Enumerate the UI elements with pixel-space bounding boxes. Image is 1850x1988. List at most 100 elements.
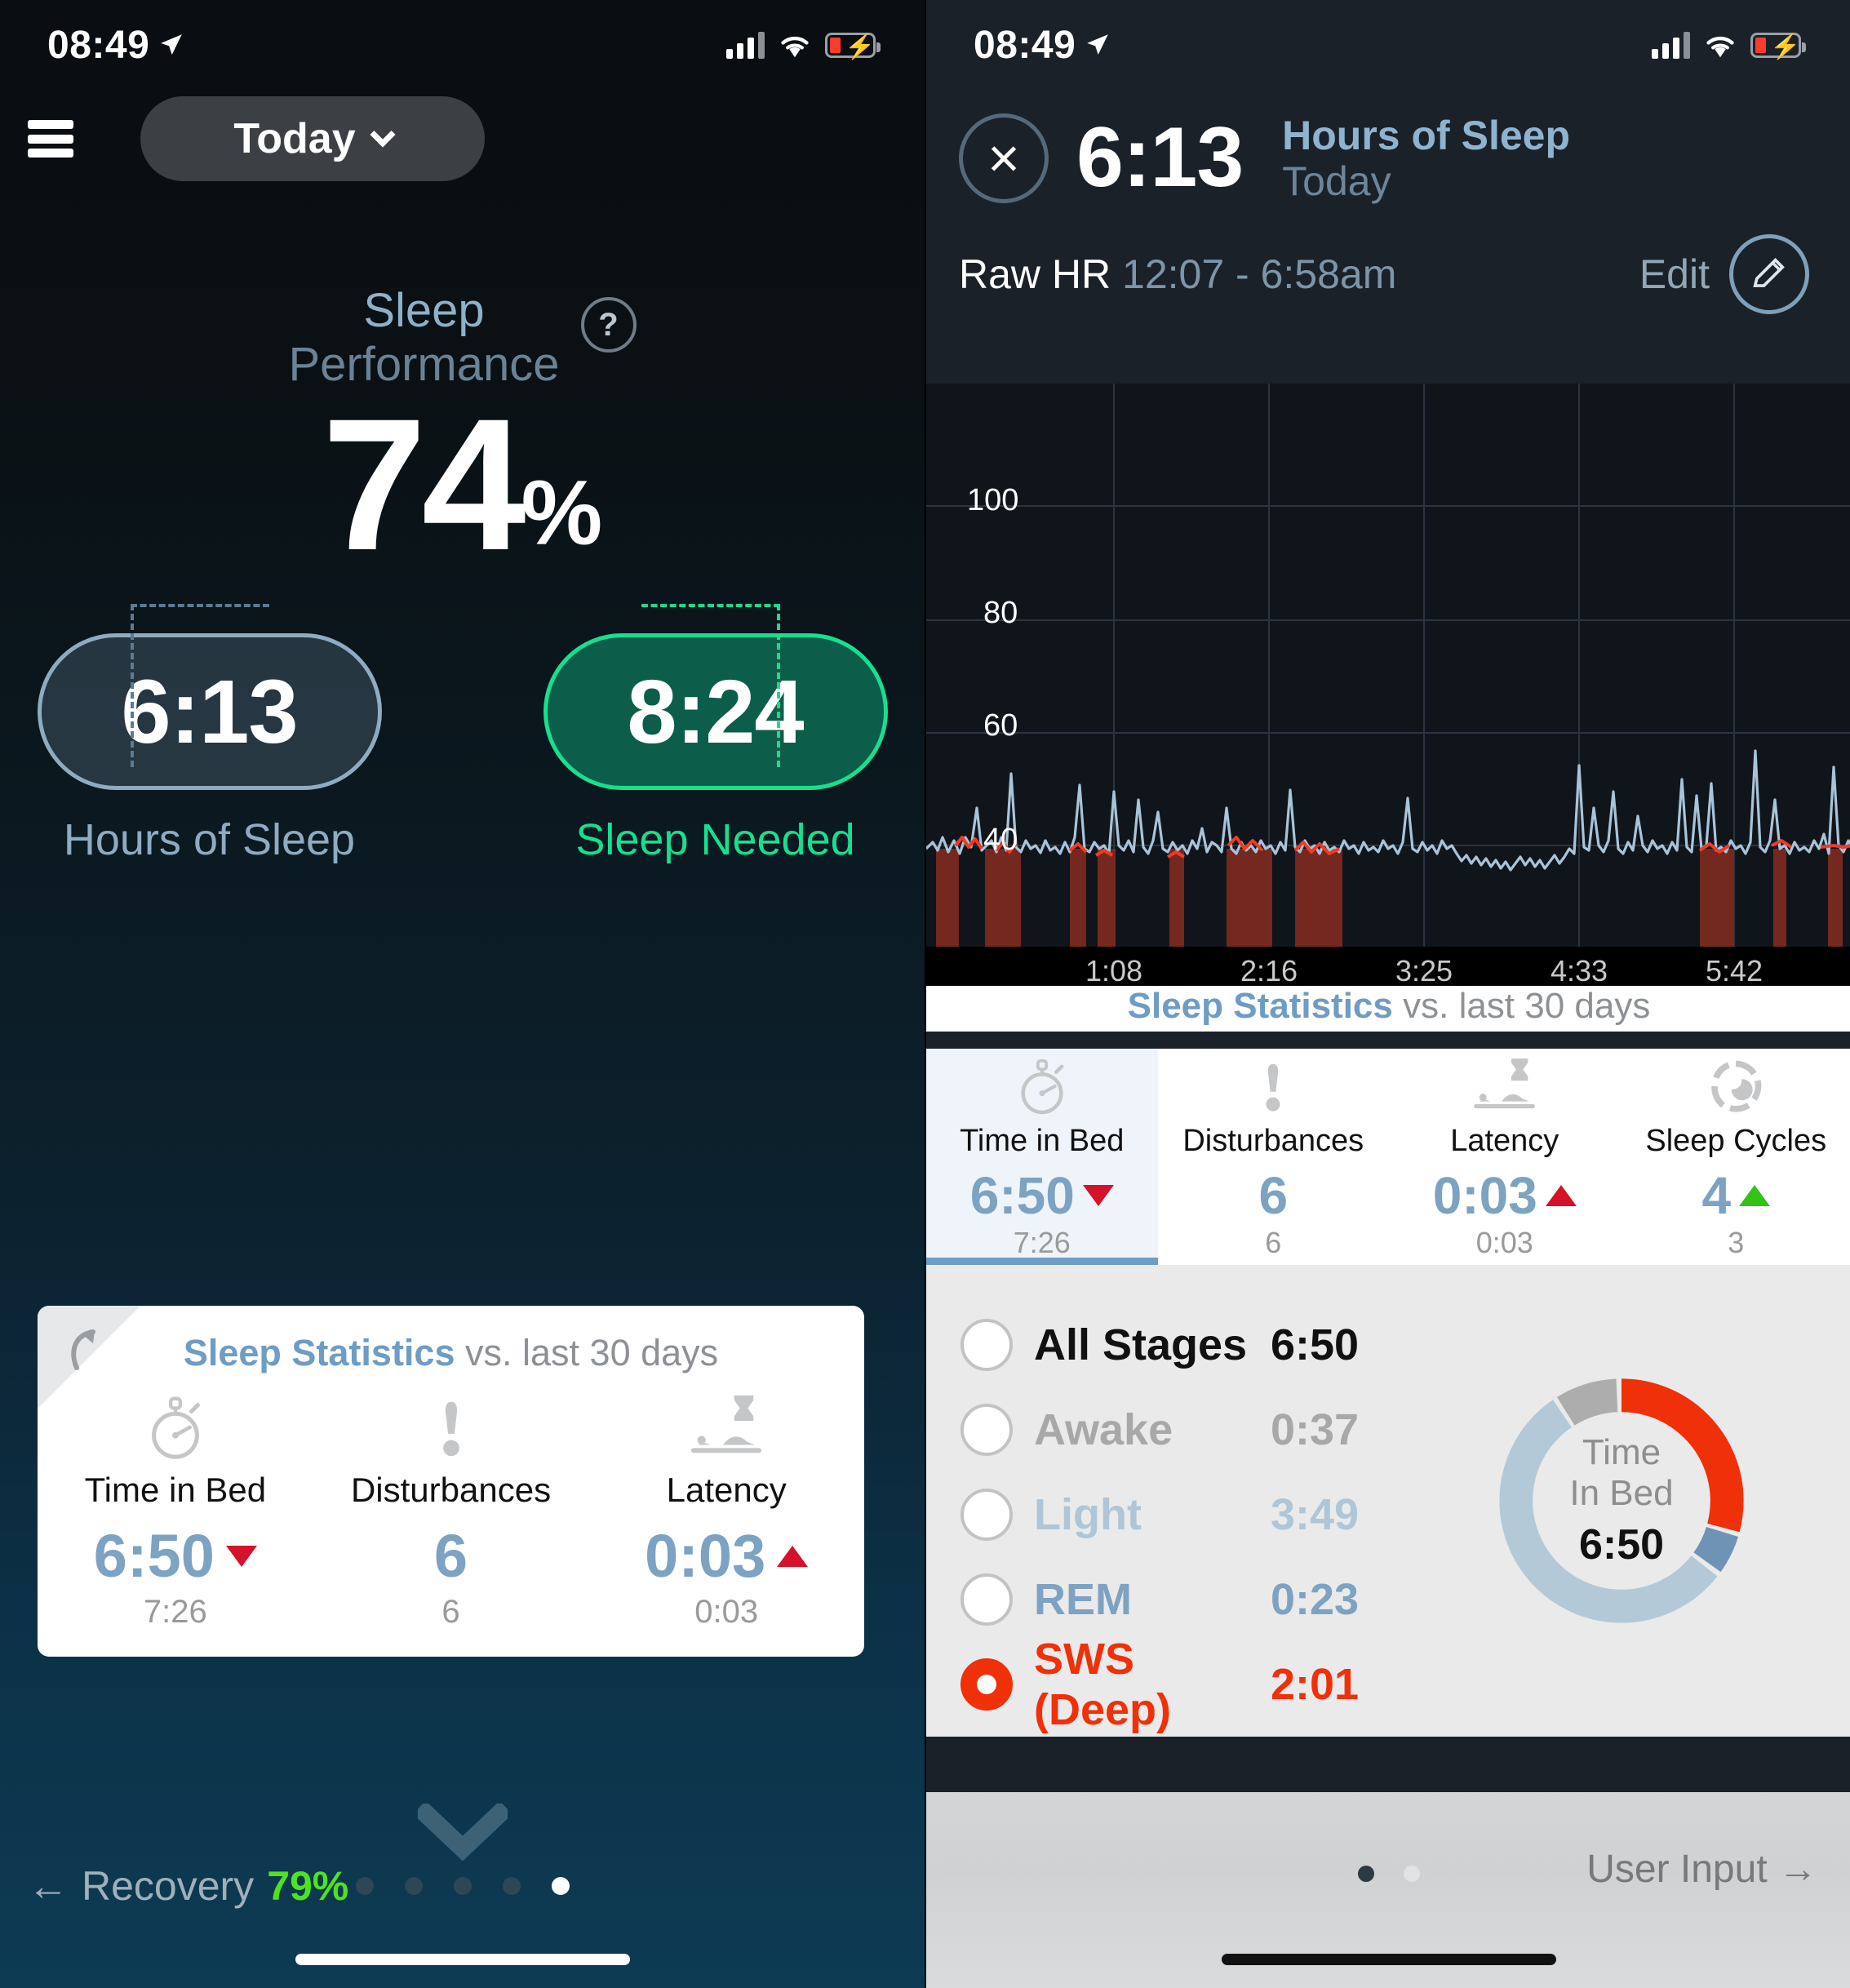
trend-up-icon [1545,1185,1577,1206]
page-dot[interactable] [1404,1866,1420,1882]
stat-baseline: 0:03 [1475,1226,1533,1259]
sleep-performance-unit: % [521,461,603,564]
stage-row-all[interactable]: All Stages 6:50 [960,1302,1416,1387]
trend-down-icon [1082,1185,1114,1206]
page-dot[interactable] [502,1877,521,1895]
hr-chart-svg [926,384,1850,947]
stat-col-time-in-bed[interactable]: Time in Bed 6:50 7:26 [38,1387,313,1631]
radio-icon[interactable] [960,1573,1013,1626]
stat-baseline: 3 [1728,1226,1745,1259]
bottom-bar-right: User Input → [926,1792,1850,1988]
stage-row-awake[interactable]: Awake 0:37 [960,1387,1416,1472]
radio-icon[interactable] [960,1319,1013,1371]
hr-plot-area: 100 80 60 40 [926,384,1850,947]
radio-icon[interactable] [960,1489,1013,1541]
edit-control[interactable]: Edit [1639,234,1809,314]
raw-hr-label: Raw HR [959,251,1111,297]
sleep-needed-metric[interactable]: 8:24 Sleep Needed [543,633,888,865]
radio-selected-icon[interactable] [960,1658,1013,1711]
hours-of-sleep-value: 6:13 [121,661,298,762]
stage-time: 3:49 [1271,1490,1360,1539]
date-selector-button[interactable]: Today [140,96,485,181]
y-tick-40: 40 [983,823,1018,857]
status-bar-right: 08:49 ⚡ [926,0,1850,90]
sleep-stages-panel: All Stages 6:50 Awake 0:37 Light 3:49 RE… [926,1265,1850,1737]
stat-col-latency[interactable]: Latency 0:03 0:03 [588,1387,864,1631]
page-dot-active[interactable] [1358,1866,1374,1882]
stat-label: Disturbances [1182,1124,1364,1158]
sleep-performance-number: 74 [322,379,526,589]
stat-label: Time in Bed [84,1471,267,1509]
back-arrow-icon: ← [28,1863,69,1909]
recovery-value: 79% [267,1863,349,1909]
x-tick: 3:25 [1395,954,1453,987]
stage-name: REM [1034,1575,1132,1624]
donut-center-value: 6:50 [1578,1521,1665,1569]
stat-tab-time-in-bed[interactable]: Time in Bed 6:50 7:26 [926,1049,1158,1265]
stage-row-sws[interactable]: SWS (Deep) 2:01 [960,1635,1416,1734]
close-icon-glyph: × [987,126,1020,189]
recovery-back-link[interactable]: ← Recovery 79% [28,1862,348,1910]
stat-col-disturbances[interactable]: Disturbances 6 6 [313,1387,589,1631]
sleep-statistics-columns: Time in Bed 6:50 7:26 Disturbances 6 6 L… [38,1387,864,1631]
pencil-icon[interactable] [1729,234,1809,314]
page-dot[interactable] [404,1877,423,1895]
sleep-latency-icon [588,1387,864,1462]
top-bar-left: Today [0,90,925,188]
detail-metric-value: 6:13 [1076,110,1244,205]
right-stats-title-rest: vs. last 30 days [1392,986,1651,1026]
stat-value: 6 [1258,1166,1289,1225]
location-arrow-icon [1087,34,1109,55]
chevron-down-icon [370,122,396,148]
stage-time: 0:23 [1271,1575,1360,1624]
status-icons-left: ⚡ [726,31,881,60]
stat-baseline: 0:03 [694,1594,759,1630]
scroll-down-chevron-icon[interactable] [417,1804,508,1861]
stat-tab-latency[interactable]: Latency 0:03 0:03 [1389,1049,1621,1265]
stat-value: 6:50 [93,1522,215,1590]
right-stats-title-bold: Sleep Statistics [1127,986,1393,1026]
page-indicator-right [1358,1866,1420,1882]
trend-up-green-icon [1739,1185,1771,1206]
page-dot[interactable] [355,1877,374,1895]
stat-value: 4 [1701,1166,1732,1225]
x-tick: 5:42 [1705,954,1763,987]
stage-row-rem[interactable]: REM 0:23 [960,1557,1416,1642]
help-icon[interactable]: ? [580,297,637,353]
donut-center-line1: Time [1582,1432,1661,1472]
page-dot-active[interactable] [551,1877,570,1895]
raw-hr-row: Raw HR 12:07 - 6:58am Edit [959,234,1817,314]
edit-label: Edit [1639,251,1710,297]
donut-center-line2: In Bed [1569,1473,1674,1513]
raw-hr-label-group: Raw HR 12:07 - 6:58am [959,251,1396,298]
x-tick: 4:33 [1550,954,1608,987]
stat-tab-sleep-cycles[interactable]: Sleep Cycles 4 3 [1621,1049,1850,1265]
stat-tab-disturbances[interactable]: Disturbances 6 6 [1158,1049,1390,1265]
stage-row-light[interactable]: Light 3:49 [960,1472,1416,1557]
y-tick-80: 80 [983,596,1018,630]
menu-icon[interactable] [28,120,73,158]
stage-name: Light [1034,1490,1142,1539]
wifi-icon [781,36,809,58]
sleep-needed-pill[interactable]: 8:24 [543,633,888,790]
hours-of-sleep-metric[interactable]: 6:13 Hours of Sleep [37,633,382,865]
hours-of-sleep-pill[interactable]: 6:13 [37,633,382,790]
sleep-statistics-card[interactable]: Sleep Statistics vs. last 30 days Time i… [38,1306,864,1657]
page-dot[interactable] [453,1877,472,1895]
home-indicator-right [1222,1954,1556,1965]
stat-label: Latency [666,1471,787,1509]
sleep-needed-value: 8:24 [627,661,804,762]
recovery-label: Recovery [82,1863,255,1909]
status-time-left: 08:49 [47,23,185,68]
donut-center-label: Time In Bed 6:50 [1483,1362,1760,1640]
sleep-needed-caption: Sleep Needed [575,815,855,864]
stat-baseline: 7:26 [143,1594,207,1630]
radio-icon[interactable] [960,1404,1013,1456]
detail-metric-label: Hours of Sleep [1282,112,1570,158]
flip-card-icon[interactable] [65,1324,118,1376]
user-input-link[interactable]: User Input → [1586,1847,1817,1892]
raw-hr-chart[interactable]: 100 80 60 40 1:08 2:16 3:25 4:33 5:42 [926,384,1850,996]
detail-header-row: × 6:13 Hours of Sleep Today [959,109,1817,206]
close-icon[interactable]: × [959,113,1049,203]
bottom-nav-left: ← Recovery 79% [0,1862,925,1910]
